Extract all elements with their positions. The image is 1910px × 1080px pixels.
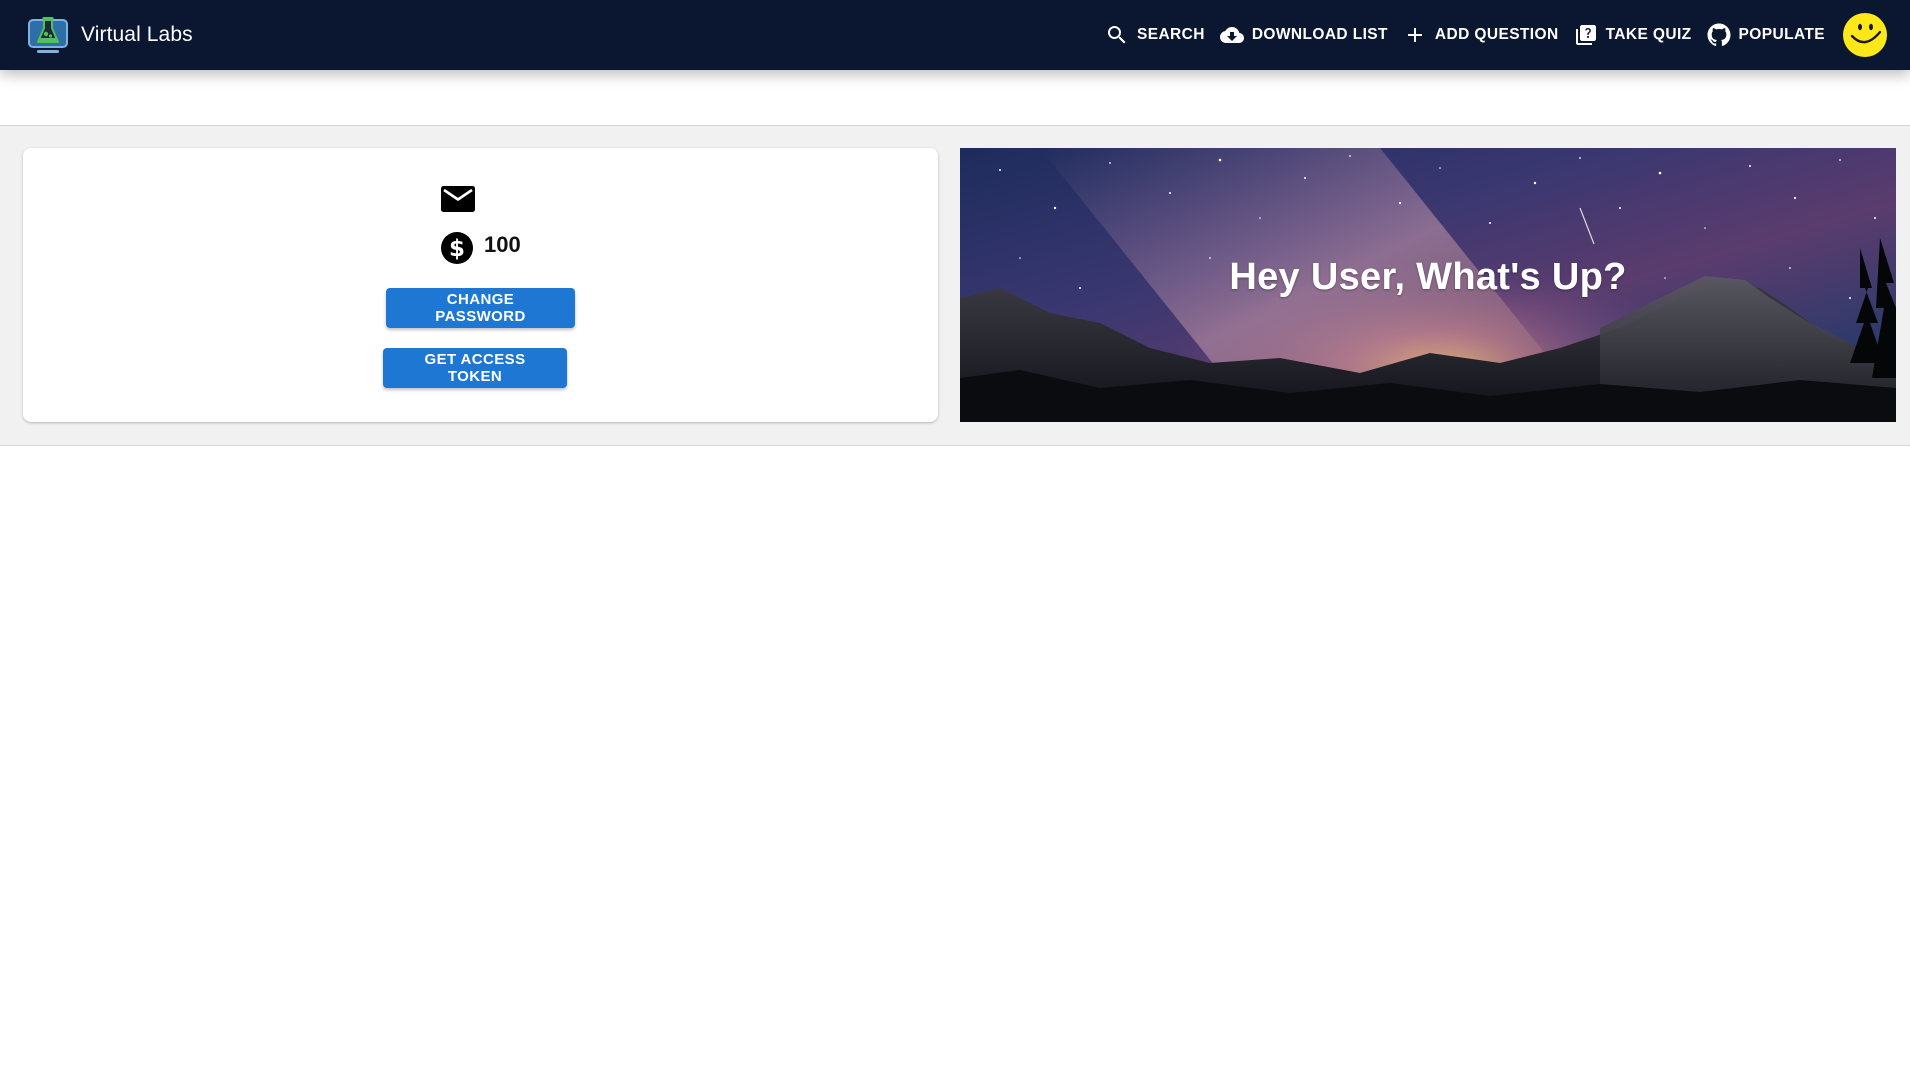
profile-card: $ 100 CHANGE PASSWORD GET ACCESS TOKEN	[23, 148, 938, 422]
search-button[interactable]: SEARCH	[1098, 15, 1212, 55]
download-list-label: DOWNLOAD LIST	[1251, 26, 1388, 43]
coins-row: $ 100	[440, 231, 521, 265]
top-nav: SEARCH DOWNLOAD LIST ADD QUESTION TAKE Q…	[1097, 0, 1910, 70]
take-quiz-button[interactable]: TAKE QUIZ	[1567, 15, 1699, 55]
populate-button[interactable]: POPULATE	[1700, 15, 1832, 55]
add-question-button[interactable]: ADD QUESTION	[1396, 15, 1566, 55]
plus-icon	[1403, 23, 1427, 47]
search-label: SEARCH	[1136, 26, 1205, 43]
coins-value: 100	[484, 232, 521, 257]
hero-banner: Hey User, What's Up?	[960, 148, 1896, 422]
change-password-button[interactable]: CHANGE PASSWORD	[386, 288, 575, 328]
app-bar: Virtual Labs SEARCH DOWNLOAD LIST ADD QU…	[0, 0, 1910, 70]
quiz-icon	[1574, 23, 1598, 47]
take-quiz-label: TAKE QUIZ	[1605, 26, 1692, 43]
brand-home-link[interactable]: Virtual Labs	[27, 14, 193, 56]
github-icon	[1707, 23, 1731, 47]
mail-icon	[441, 186, 475, 212]
add-question-label: ADD QUESTION	[1434, 26, 1559, 43]
hero-greeting: Hey User, What's Up?	[1229, 256, 1627, 298]
download-list-button[interactable]: DOWNLOAD LIST	[1213, 15, 1395, 55]
app-title: Virtual Labs	[81, 23, 193, 46]
search-icon	[1105, 23, 1129, 47]
populate-label: POPULATE	[1738, 26, 1825, 43]
get-access-token-button[interactable]: GET ACCESS TOKEN	[383, 348, 567, 388]
cloud-download-icon	[1219, 23, 1244, 47]
dollar-coin-icon: $	[441, 232, 473, 264]
lab-flask-logo-icon	[28, 17, 68, 53]
smiley-avatar-icon[interactable]	[1842, 12, 1888, 58]
profile-section: $ 100 CHANGE PASSWORD GET ACCESS TOKEN H…	[0, 125, 1910, 446]
svg-text:$: $	[449, 236, 465, 262]
